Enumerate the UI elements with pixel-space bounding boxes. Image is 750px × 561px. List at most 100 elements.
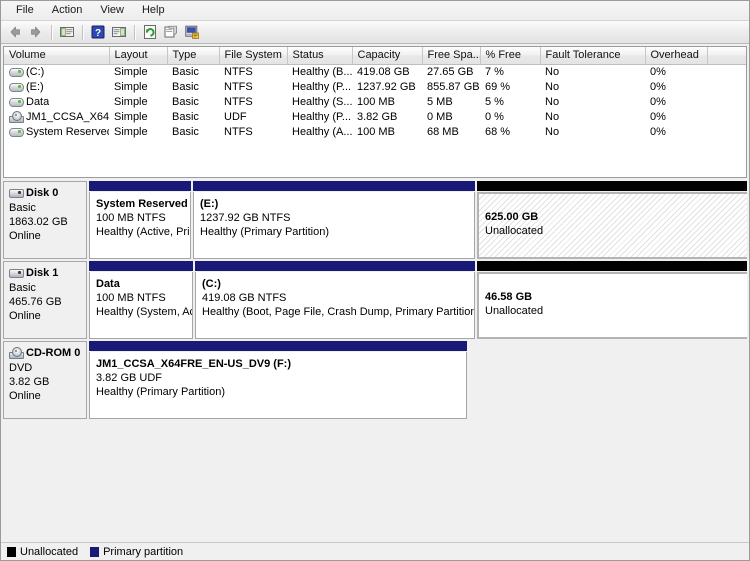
refresh-button[interactable] [140, 23, 160, 41]
column-header-label: Type [172, 49, 197, 62]
legend-swatch [90, 546, 100, 557]
column-header-fault_tolerance[interactable]: Fault Tolerance [540, 47, 646, 65]
filler-cell [707, 124, 746, 139]
disk-info-panel[interactable]: Disk 1 Basic 465.76 GB Online [3, 261, 87, 339]
partition-status: Healthy (Active, Pri [96, 226, 190, 238]
refresh-icon [144, 25, 156, 39]
cell-free_space: 0 MB [427, 110, 453, 123]
forward-button[interactable] [26, 23, 46, 41]
menu-item-action[interactable]: Action [43, 2, 92, 19]
column-header-label: Overhead [650, 49, 699, 62]
disk-size: 1863.02 GB [9, 216, 68, 228]
cell-file_system: NTFS [224, 95, 253, 108]
cell-percent_free: 68 % [485, 125, 511, 138]
table-row[interactable]: JM1_CCSA_X64FR... Simple Basic UDF Healthy (… [4, 109, 746, 124]
column-header-volume[interactable]: Volume [4, 47, 110, 65]
partition-header-bar [195, 261, 475, 271]
column-header-label: Status [292, 49, 324, 62]
cell-type: Basic [172, 110, 199, 123]
back-button[interactable] [5, 23, 25, 41]
disk-type: Basic [9, 282, 36, 294]
table-row[interactable]: Data Simple Basic NTFS Healthy (S... 100 MB 5 … [4, 94, 746, 109]
up-folder-icon [60, 27, 74, 37]
hdd-icon [9, 188, 24, 198]
cell-type: Basic [172, 65, 199, 78]
cell-fault_tolerance: No [545, 95, 560, 108]
rescan-disks-button[interactable] [182, 23, 202, 41]
table-row[interactable]: System Reserved (... Simple Basic NTFS Healt… [4, 124, 746, 139]
partition-details: 625.00 GB Unallocated [477, 192, 747, 259]
partition-header-bar [89, 341, 467, 351]
column-header-percent_free[interactable]: % Free [480, 47, 541, 65]
up-one-level-button[interactable] [57, 23, 77, 41]
volume-name-cell: Data [4, 94, 109, 109]
cell-file_system: NTFS [224, 80, 253, 93]
cell-percent_free: 7 % [485, 65, 504, 78]
cell-overhead: 0% [650, 125, 666, 138]
console-tree-icon [112, 27, 126, 37]
menu-item-view[interactable]: View [91, 2, 133, 19]
disk-row-disk-1: Disk 1 Basic 465.76 GB Online Data 100 MB NTF… [3, 261, 747, 339]
table-row[interactable]: (C:) Simple Basic NTFS Healthy (B... 419.08 G… [4, 64, 746, 79]
unallocated-header-bar [477, 181, 747, 191]
legend-entry: Unallocated [7, 546, 78, 558]
legend-bar: Unallocated Primary partition [1, 542, 749, 560]
partition-strip: JM1_CCSA_X64FRE_EN-US_DV9 (F:) 3.82 GB UD… [87, 341, 747, 419]
partition-strip: System Reserved 100 MB NTFS Healthy (Activ… [87, 181, 747, 259]
cell-fault_tolerance: No [545, 65, 560, 78]
partition-label: (C:) [202, 278, 221, 290]
disk-title: Disk 0 [9, 186, 86, 200]
volume-list-panel[interactable]: Volume Layout Type File System Status Capacit… [3, 46, 747, 178]
menu-item-file[interactable]: File [7, 2, 43, 19]
properties-icon [164, 25, 177, 38]
unallocated-region[interactable]: 46.58 GB Unallocated [477, 261, 747, 339]
legend-label: Primary partition [103, 545, 184, 558]
partition-size-fs: Unallocated [485, 225, 544, 237]
volume-name-cell: (C:) [4, 64, 109, 79]
cell-percent_free: 5 % [485, 95, 504, 108]
column-header-layout[interactable]: Layout [109, 47, 168, 65]
cell-file_system: NTFS [224, 65, 253, 78]
column-header-free_space[interactable]: Free Spa... [422, 47, 481, 65]
partition-block[interactable]: (C:) 419.08 GB NTFS Healthy (Boot, Page Fi… [195, 261, 475, 339]
column-header-capacity[interactable]: Capacity [352, 47, 423, 65]
cell-status: Healthy (P... [292, 110, 352, 123]
column-header-label: Free Spa... [427, 49, 480, 62]
cell-free_space: 855.87 GB [427, 80, 480, 93]
properties-button[interactable] [161, 23, 181, 41]
show-hide-console-tree-button[interactable] [109, 23, 129, 41]
volume-label: System Reserved (... [26, 125, 109, 138]
partition-block[interactable]: System Reserved 100 MB NTFS Healthy (Activ… [89, 181, 191, 259]
disk-title: Disk 1 [9, 266, 86, 280]
column-header-status[interactable]: Status [287, 47, 353, 65]
column-header-filler[interactable] [707, 47, 746, 65]
partition-block[interactable]: (E:) 1237.92 GB NTFS Healthy (Primary Part… [193, 181, 475, 259]
cell-overhead: 0% [650, 80, 666, 93]
disk-size: 465.76 GB [9, 296, 62, 308]
drive-icon [9, 96, 24, 107]
disk-info-panel[interactable]: Disk 0 Basic 1863.02 GB Online [3, 181, 87, 259]
toolbar-separator [51, 24, 53, 40]
help-button[interactable]: ? [88, 23, 108, 41]
disk-name: Disk 1 [26, 267, 59, 279]
cell-free_space: 68 MB [427, 125, 459, 138]
unallocated-region[interactable]: 625.00 GB Unallocated [477, 181, 747, 259]
cell-capacity: 419.08 GB [357, 65, 410, 78]
partition-block[interactable]: JM1_CCSA_X64FRE_EN-US_DV9 (F:) 3.82 GB UD… [89, 341, 467, 419]
menu-item-help[interactable]: Help [133, 2, 174, 19]
disk-info-panel[interactable]: CD-ROM 0 DVD 3.82 GB Online [3, 341, 87, 419]
column-header-file_system[interactable]: File System [219, 47, 288, 65]
toolbar-separator [82, 24, 84, 40]
cell-free_space: 27.65 GB [427, 65, 474, 78]
table-row[interactable]: (E:) Simple Basic NTFS Healthy (P... 1237.92 … [4, 79, 746, 94]
cell-layout: Simple [114, 125, 148, 138]
cell-type: Basic [172, 80, 199, 93]
column-header-type[interactable]: Type [167, 47, 220, 65]
volume-name-cell: System Reserved (... [4, 124, 109, 139]
filler-cell [707, 109, 746, 124]
partition-block[interactable]: Data 100 MB NTFS Healthy (System, Ac [89, 261, 193, 339]
volume-name-cell: (E:) [4, 79, 109, 94]
column-header-label: Volume [9, 49, 46, 62]
column-header-overhead[interactable]: Overhead [645, 47, 708, 65]
cell-fault_tolerance: No [545, 80, 560, 93]
